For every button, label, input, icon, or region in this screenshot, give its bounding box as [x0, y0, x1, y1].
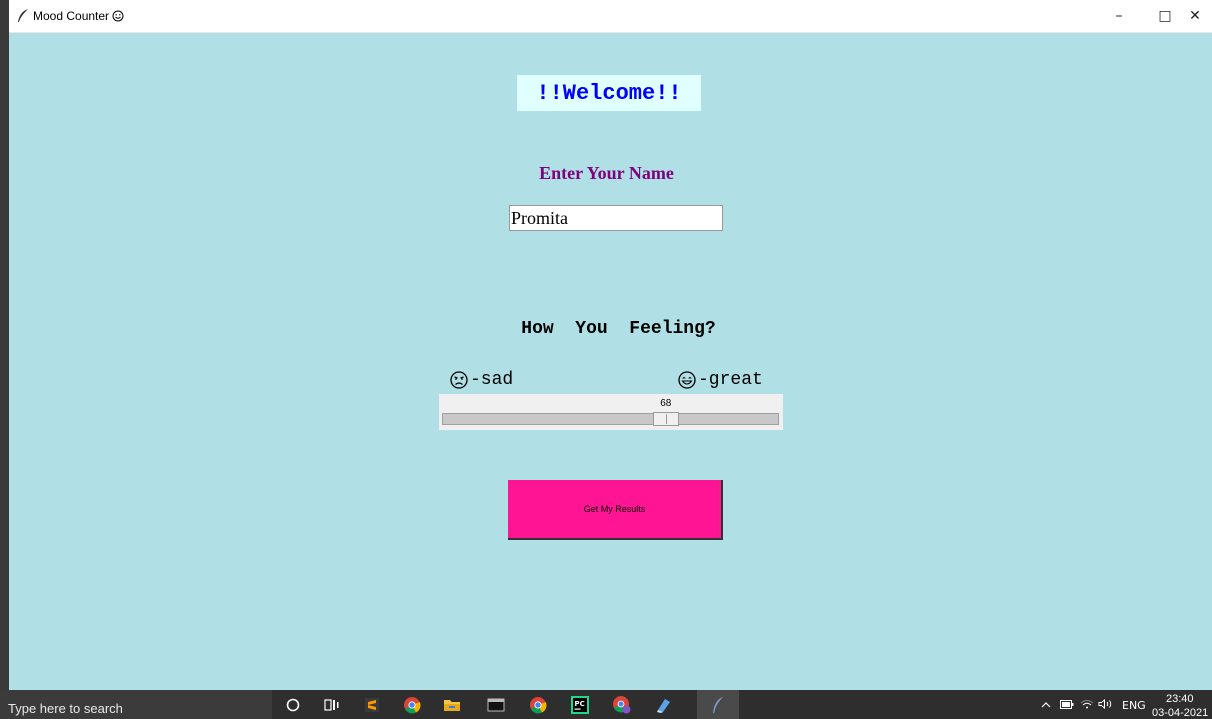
task-view-icon[interactable]: [322, 695, 342, 715]
slider-thumb[interactable]: [652, 412, 679, 426]
chrome-icon[interactable]: [402, 695, 422, 715]
sublime-text-icon[interactable]: [362, 695, 382, 715]
name-input[interactable]: [509, 205, 723, 231]
minimize-button[interactable]: –: [1096, 0, 1142, 32]
name-label: Enter Your Name: [539, 163, 674, 183]
feeling-question: How You Feeling?: [521, 319, 716, 339]
file-explorer-icon[interactable]: [442, 695, 462, 715]
title-bar[interactable]: Mood Counter – □ ✕: [9, 0, 1212, 33]
window-title: Mood Counter: [33, 9, 110, 23]
clock-date[interactable]: 03-04-2021: [1152, 707, 1208, 719]
sad-face-icon: [450, 371, 468, 389]
slider-trough[interactable]: [442, 413, 779, 425]
mood-counter-window: Mood Counter – □ ✕ !!Welcome!! Enter You…: [9, 0, 1212, 690]
svg-text:PC: PC: [575, 700, 585, 708]
happy-face-icon: [678, 371, 696, 389]
mood-slider[interactable]: 68: [439, 394, 783, 430]
close-button[interactable]: ✕: [1172, 0, 1212, 32]
volume-icon[interactable]: [1098, 698, 1114, 712]
battery-icon[interactable]: [1060, 699, 1074, 712]
chrome-profile-icon[interactable]: [612, 695, 632, 715]
feather-icon: [18, 9, 28, 22]
chevron-up-icon[interactable]: [1041, 699, 1051, 712]
terminal-icon[interactable]: [486, 695, 506, 715]
desktop-edge: [0, 0, 9, 690]
taskbar: Type here to search PC ENG 23:40 03-04-2…: [0, 690, 1212, 719]
smiley-icon: [112, 10, 124, 22]
taskbar-search[interactable]: Type here to search: [0, 690, 272, 719]
wifi-icon[interactable]: [1080, 699, 1094, 712]
chrome-icon-2[interactable]: [528, 695, 548, 715]
welcome-heading: !!Welcome!!: [517, 75, 701, 111]
sad-text: -sad: [470, 370, 514, 390]
sad-label: -sad: [450, 370, 513, 390]
language-indicator[interactable]: ENG: [1122, 699, 1146, 712]
great-label: -great: [678, 370, 763, 390]
search-placeholder: Type here to search: [8, 701, 123, 716]
app-content: !!Welcome!! Enter Your Name How You Feel…: [9, 33, 1212, 690]
cortana-icon[interactable]: [283, 695, 303, 715]
notepad-icon[interactable]: [654, 695, 674, 715]
clock-time[interactable]: 23:40: [1166, 693, 1194, 705]
great-text: -great: [698, 370, 763, 390]
pycharm-icon[interactable]: PC: [570, 695, 590, 715]
get-results-button[interactable]: Get My Results: [508, 480, 723, 540]
python-feather-icon[interactable]: [708, 695, 728, 715]
slider-value: 68: [660, 398, 672, 409]
